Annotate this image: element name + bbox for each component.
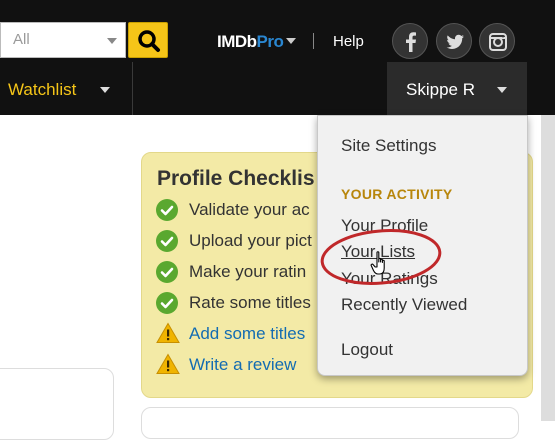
- top-header: All IMDbPro Help Watchlist Skippe R: [0, 0, 555, 115]
- user-menu[interactable]: Skippe R: [387, 62, 527, 115]
- facebook-icon[interactable]: [392, 23, 428, 59]
- search-category-select[interactable]: All: [0, 22, 126, 58]
- chevron-down-icon: [100, 87, 110, 93]
- check-icon: [156, 261, 178, 283]
- hand-cursor-icon: [370, 251, 385, 275]
- content-card: [141, 407, 519, 439]
- header-divider: [313, 33, 314, 49]
- scroll-gutter: [541, 115, 555, 421]
- search-button[interactable]: [128, 22, 168, 58]
- search-category-value: All: [13, 31, 30, 48]
- checklist-item-text: Upload your pict: [189, 231, 312, 250]
- check-icon: [156, 199, 178, 221]
- check-icon: [156, 230, 178, 252]
- checklist-item-text: Validate your ac: [189, 200, 310, 219]
- content-card: [0, 368, 114, 440]
- watchlist-label: Watchlist: [8, 80, 77, 99]
- watchlist-menu[interactable]: Watchlist: [0, 62, 132, 115]
- chevron-down-icon: [107, 38, 117, 44]
- logout-link[interactable]: Logout: [341, 340, 393, 360]
- instagram-icon[interactable]: [479, 23, 515, 59]
- chevron-down-icon[interactable]: [286, 38, 296, 44]
- chevron-down-icon: [497, 87, 507, 93]
- imdbpro-imdb-text: IMDb: [217, 32, 257, 51]
- checklist-item-text: Make your ratin: [189, 262, 307, 281]
- twitter-icon[interactable]: [436, 23, 472, 59]
- checklist-title: Profile Checklis: [157, 167, 315, 190]
- site-settings-link[interactable]: Site Settings: [341, 136, 436, 156]
- warning-icon: [156, 353, 180, 380]
- checklist-item-link[interactable]: Write a review: [189, 355, 296, 375]
- recently-viewed-link[interactable]: Recently Viewed: [341, 295, 467, 315]
- checklist-item-link[interactable]: Add some titles: [189, 324, 305, 344]
- warning-icon: [156, 322, 180, 349]
- checklist-item-text: Rate some titles: [189, 293, 311, 312]
- help-link[interactable]: Help: [333, 33, 364, 50]
- search-icon: [138, 30, 160, 52]
- check-icon: [156, 292, 178, 314]
- imdbpro-link[interactable]: IMDbPro: [217, 32, 284, 52]
- user-name: Skippe R: [406, 80, 475, 99]
- imdbpro-pro-text: Pro: [256, 32, 284, 51]
- nav-row: Watchlist Skippe R: [0, 62, 555, 115]
- your-activity-heading: YOUR ACTIVITY: [341, 186, 453, 202]
- nav-divider: [132, 62, 133, 115]
